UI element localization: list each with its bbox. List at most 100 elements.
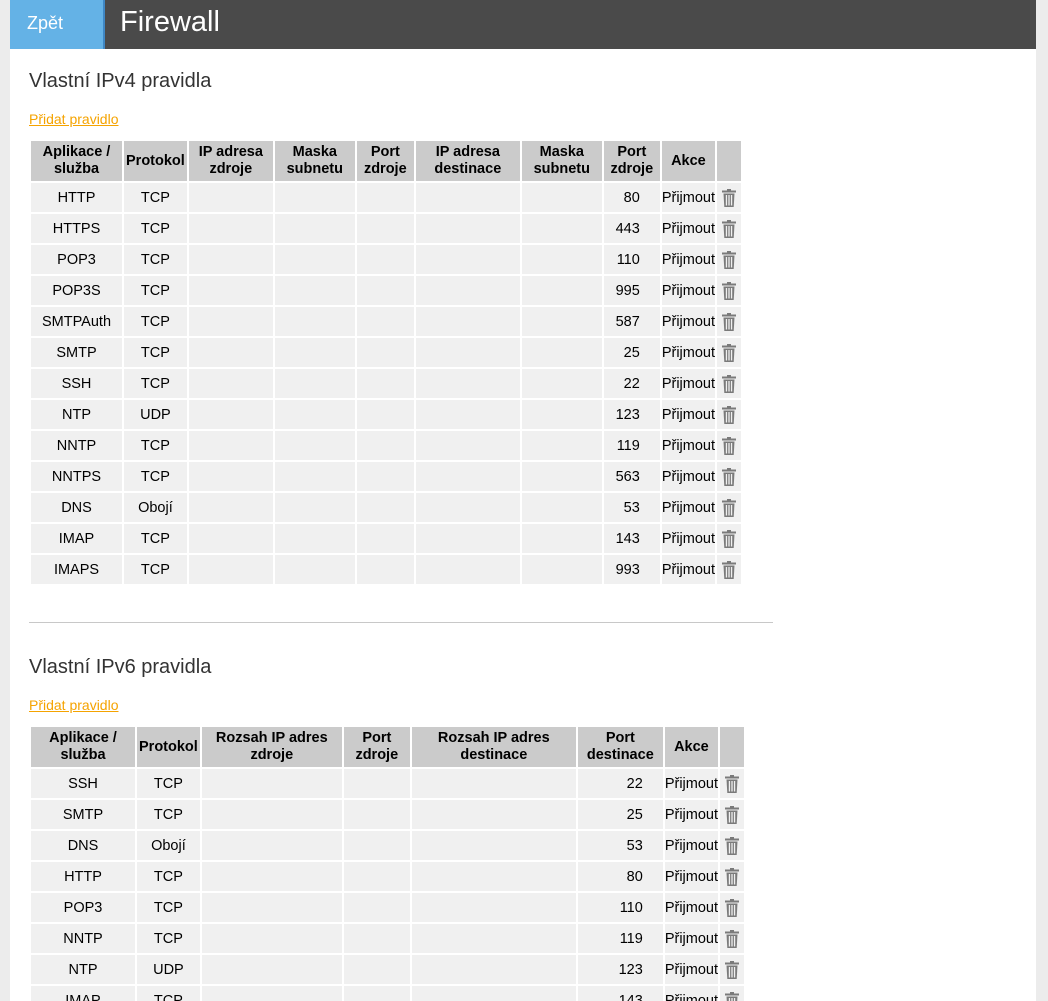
delete-rule-cell: [717, 493, 741, 522]
empty-cell: [201, 986, 342, 1001]
ipv4-add-rule-link[interactable]: Přidat pravidlo: [29, 111, 119, 127]
empty-cell: [356, 555, 414, 584]
trash-icon[interactable]: [725, 960, 739, 979]
cell-app: DNS: [31, 831, 135, 860]
trash-icon[interactable]: [722, 312, 736, 331]
empty-cell: [274, 555, 355, 584]
trash-icon[interactable]: [725, 836, 739, 855]
empty-cell: [201, 800, 342, 829]
empty-cell: [356, 524, 414, 553]
empty-cell: [201, 831, 342, 860]
trash-icon[interactable]: [725, 867, 739, 886]
cell-port: 80: [603, 183, 660, 212]
empty-cell: [343, 986, 410, 1001]
delete-rule-cell: [717, 214, 741, 243]
ipv6-section: Vlastní IPv6 pravidla: [29, 656, 211, 679]
empty-cell: [274, 524, 355, 553]
delete-rule-cell: [720, 986, 744, 1001]
cell-app: IMAP: [31, 524, 122, 553]
ipv4-section-title: Vlastní IPv4 pravidla: [29, 70, 212, 92]
ipv6-add-rule-link[interactable]: Přidat pravidlo: [29, 697, 119, 713]
cell-action: Přijmout: [661, 338, 715, 367]
empty-cell: [356, 245, 414, 274]
cell-action: Přijmout: [661, 276, 715, 305]
ipv6-section-title: Vlastní IPv6 pravidla: [29, 656, 212, 678]
empty-cell: [521, 493, 602, 522]
empty-cell: [274, 214, 355, 243]
trash-icon[interactable]: [722, 250, 736, 269]
trash-icon[interactable]: [725, 805, 739, 824]
ipv4-column-header: Maska subnetu: [521, 141, 602, 181]
section-divider: [29, 622, 773, 623]
ipv4-column-header: Port zdroje: [356, 141, 414, 181]
cell-protocol: TCP: [137, 862, 200, 891]
empty-cell: [274, 276, 355, 305]
empty-cell: [356, 400, 414, 429]
trash-icon[interactable]: [722, 374, 736, 393]
empty-cell: [415, 524, 520, 553]
cell-app: SSH: [31, 769, 135, 798]
empty-cell: [521, 369, 602, 398]
empty-cell: [343, 831, 410, 860]
trash-icon[interactable]: [722, 498, 736, 517]
cell-port: 143: [603, 524, 660, 553]
cell-app: POP3S: [31, 276, 122, 305]
ipv4-column-header: IP adresa zdroje: [188, 141, 273, 181]
app-frame: Zpět Firewall Vlastní IPv4 pravidla Přid…: [10, 0, 1036, 1001]
empty-cell: [411, 800, 576, 829]
ipv6-column-header: Port zdroje: [343, 727, 410, 767]
cell-action: Přijmout: [664, 986, 718, 1001]
trash-icon[interactable]: [722, 467, 736, 486]
back-button[interactable]: Zpět: [10, 0, 105, 49]
cell-app: SMTP: [31, 338, 122, 367]
trash-icon[interactable]: [722, 188, 736, 207]
cell-protocol: TCP: [124, 462, 187, 491]
cell-app: HTTP: [31, 862, 135, 891]
cell-protocol: TCP: [124, 183, 187, 212]
cell-app: NTP: [31, 400, 122, 429]
cell-action: Přijmout: [664, 769, 718, 798]
delete-rule-cell: [717, 462, 741, 491]
cell-port: 25: [577, 800, 663, 829]
cell-app: HTTPS: [31, 214, 122, 243]
delete-rule-cell: [720, 831, 744, 860]
ipv6-column-header: Protokol: [137, 727, 200, 767]
ipv4-column-header: [717, 141, 741, 181]
trash-icon[interactable]: [722, 343, 736, 362]
empty-cell: [415, 555, 520, 584]
cell-protocol: TCP: [124, 307, 187, 336]
empty-cell: [356, 307, 414, 336]
trash-icon[interactable]: [722, 405, 736, 424]
trash-icon[interactable]: [725, 929, 739, 948]
empty-cell: [521, 431, 602, 460]
empty-cell: [415, 214, 520, 243]
trash-icon[interactable]: [722, 560, 736, 579]
empty-cell: [274, 245, 355, 274]
trash-icon[interactable]: [722, 436, 736, 455]
empty-cell: [274, 183, 355, 212]
empty-cell: [188, 369, 273, 398]
empty-cell: [188, 183, 273, 212]
trash-icon[interactable]: [725, 774, 739, 793]
ipv4-column-header: Akce: [661, 141, 715, 181]
empty-cell: [356, 369, 414, 398]
trash-icon[interactable]: [725, 991, 739, 1001]
cell-app: SMTPAuth: [31, 307, 122, 336]
empty-cell: [188, 493, 273, 522]
empty-cell: [415, 276, 520, 305]
trash-icon[interactable]: [725, 898, 739, 917]
trash-icon[interactable]: [722, 219, 736, 238]
empty-cell: [343, 924, 410, 953]
empty-cell: [356, 431, 414, 460]
empty-cell: [521, 245, 602, 274]
delete-rule-cell: [717, 369, 741, 398]
empty-cell: [411, 862, 576, 891]
table-row: NTP UDP 123 Přijmout: [31, 400, 741, 429]
delete-rule-cell: [720, 924, 744, 953]
table-row: POP3 TCP 110 Přijmout: [31, 245, 741, 274]
cell-app: POP3: [31, 245, 122, 274]
empty-cell: [188, 214, 273, 243]
table-row: NNTP TCP 119 Přijmout: [31, 924, 744, 953]
trash-icon[interactable]: [722, 529, 736, 548]
trash-icon[interactable]: [722, 281, 736, 300]
